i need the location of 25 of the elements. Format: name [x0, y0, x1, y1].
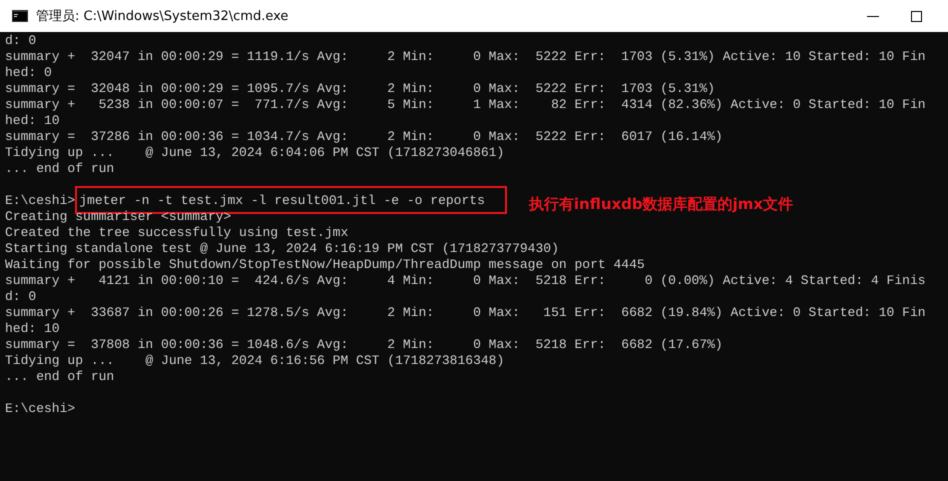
- maximize-icon[interactable]: [911, 10, 922, 22]
- console-line: hed: 0: [5, 65, 52, 81]
- console-line: ... end of run: [5, 161, 114, 177]
- console-line: summary + 5238 in 00:00:07 = 771.7/s Avg: 5 Min: 1 Max: 82 Err: 4314 (82.36%) Active: 0 Started: 10 Fin: [5, 97, 926, 113]
- console-line: d: 0: [5, 33, 36, 49]
- window-title: 管理员: C:\Windows\System32\cmd.exe: [36, 8, 288, 25]
- console-line: Created the tree successfully using test.jmx: [5, 225, 348, 241]
- console-line: summary + 33687 in 00:00:26 = 1278.5/s Avg: 2 Min: 0 Max: 151 Err: 6682 (19.84%) Active: 0 Started: 10 Fin: [5, 305, 926, 321]
- console-line: d: 0: [5, 289, 36, 305]
- console-line: summary + 32047 in 00:00:29 = 1119.1/s Avg: 2 Min: 0 Max: 5222 Err: 1703 (5.31%) Active: 10 Started: 10 Fin: [5, 49, 926, 65]
- console-line: ... end of run: [5, 369, 114, 385]
- prompt-text: E:\ceshi>: [5, 401, 76, 417]
- annotation-text: 执行有influxdb数据库配置的jmx文件: [528, 196, 794, 212]
- console-line: summary = 37286 in 00:00:36 = 1034.7/s Avg: 2 Min: 0 Max: 5222 Err: 6017 (16.14%): [5, 129, 723, 145]
- console-line: summary + 4121 in 00:00:10 = 424.6/s Avg: 4 Min: 0 Max: 5218 Err: 0 (0.00%) Active: 4 Started: 4 Finis: [5, 273, 926, 289]
- console-line: Tidying up ... @ June 13, 2024 6:16:56 PM CST (1718273816348): [5, 353, 504, 369]
- console-line: Tidying up ... @ June 13, 2024 6:04:06 PM CST (1718273046861): [5, 145, 504, 161]
- console-line: Starting standalone test @ June 13, 2024 6:16:19 PM CST (1718273779430): [5, 241, 559, 257]
- prompt-text: E:\ceshi>: [5, 193, 76, 209]
- console-line: hed: 10: [5, 113, 60, 129]
- console-line: hed: 10: [5, 321, 60, 337]
- console-line: summary = 32048 in 00:00:29 = 1095.7/s Avg: 2 Min: 0 Max: 5222 Err: 1703 (5.31%): [5, 81, 715, 97]
- console-line: summary = 37808 in 00:00:36 = 1048.6/s Avg: 2 Min: 0 Max: 5218 Err: 6682 (17.67%): [5, 337, 723, 353]
- console-line: Waiting for possible Shutdown/StopTestNow/HeapDump/ThreadDump message on port 4445: [5, 257, 645, 273]
- console-icon: [12, 10, 28, 22]
